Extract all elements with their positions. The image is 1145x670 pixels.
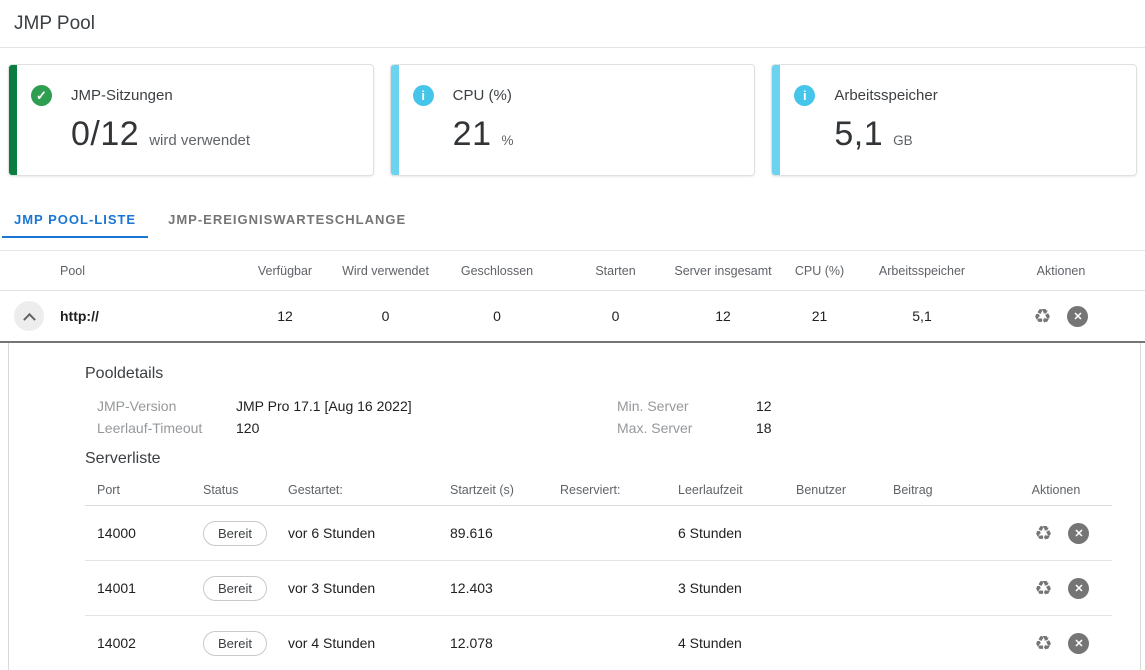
collapse-row-button[interactable]: [14, 301, 44, 331]
cell-starten: 0: [557, 308, 674, 324]
page-title: JMP Pool: [14, 13, 1131, 35]
detail-label-leerlauf-timeout: Leerlauf-Timeout: [85, 420, 236, 436]
stop-server-icon[interactable]: ✕: [1068, 578, 1089, 599]
cell-gestartet: vor 3 Stunden: [276, 580, 438, 596]
chevron-up-icon: [23, 312, 36, 325]
card-value: 0/12: [71, 115, 139, 154]
cell-leerlaufzeit: 6 Stunden: [666, 525, 784, 541]
cell-port: 14001: [85, 580, 191, 596]
pool-details-heading: Pooldetails: [85, 365, 1140, 383]
cell-leerlaufzeit: 4 Stunden: [666, 635, 784, 651]
col-startzeit: Startzeit (s): [438, 483, 548, 497]
card-value: 21: [453, 115, 492, 154]
cell-startzeit: 89.616: [438, 525, 548, 541]
cell-cpu: 21: [772, 308, 867, 324]
col-reserviert: Reserviert:: [548, 483, 666, 497]
tab-bar: JMP POOL-LISTE JMP-EREIGNISWARTESCHLANGE: [0, 203, 1145, 238]
cell-geschlossen: 0: [437, 308, 557, 324]
pool-table: Pool Verfügbar Wird verwendet Geschlosse…: [0, 250, 1145, 343]
col-verfuegbar: Verfügbar: [236, 264, 334, 278]
col-wird-verwendet: Wird verwendet: [334, 264, 437, 278]
detail-value-jmp-version: JMP Pro 17.1 [Aug 16 2022]: [236, 398, 605, 414]
cell-verfuegbar: 12: [236, 308, 334, 324]
server-row: 14001 Bereit vor 3 Stunden 12.403 3 Stun…: [85, 561, 1112, 616]
info-circle-icon: i: [413, 85, 434, 106]
card-cpu: i CPU (%) 21 %: [390, 64, 756, 176]
col-server-insgesamt: Server insgesamt: [674, 264, 772, 278]
pool-url: http://: [60, 308, 236, 324]
server-table-header: Port Status Gestartet: Startzeit (s) Res…: [85, 474, 1112, 506]
card-unit: %: [502, 133, 514, 148]
col-starten: Starten: [557, 264, 674, 278]
pool-row[interactable]: http:// 12 0 0 0 12 21 5,1 ♻ ✕: [0, 291, 1145, 343]
col-geschlossen: Geschlossen: [437, 264, 557, 278]
check-circle-icon: ✓: [31, 85, 52, 106]
col-leerlaufzeit: Leerlaufzeit: [666, 483, 784, 497]
stop-server-icon[interactable]: ✕: [1068, 633, 1089, 654]
status-badge: Bereit: [203, 576, 267, 601]
restart-pool-icon[interactable]: ♻: [1034, 306, 1052, 326]
card-jmp-sessions: ✓ JMP-Sitzungen 0/12 wird verwendet: [8, 64, 374, 176]
cell-startzeit: 12.403: [438, 580, 548, 596]
detail-label-jmp-version: JMP-Version: [85, 398, 236, 414]
col-beitrag: Beitrag: [881, 483, 1000, 497]
cell-arbeitsspeicher: 5,1: [867, 308, 977, 324]
cell-startzeit: 12.078: [438, 635, 548, 651]
col-gestartet: Gestartet:: [276, 483, 438, 497]
card-unit: GB: [893, 133, 913, 148]
detail-value-leerlauf-timeout: 120: [236, 420, 605, 436]
server-row: 14000 Bereit vor 6 Stunden 89.616 6 Stun…: [85, 506, 1112, 561]
tab-jmp-ereigniswarteschlange[interactable]: JMP-EREIGNISWARTESCHLANGE: [156, 203, 418, 238]
col-cpu: CPU (%): [772, 264, 867, 278]
card-memory: i Arbeitsspeicher 5,1 GB: [771, 64, 1137, 176]
server-list-heading: Serverliste: [85, 450, 1140, 468]
cell-gestartet: vor 6 Stunden: [276, 525, 438, 541]
page-header: JMP Pool: [0, 0, 1145, 48]
stop-server-icon[interactable]: ✕: [1068, 523, 1089, 544]
col-benutzer: Benutzer: [784, 483, 881, 497]
pool-table-header: Pool Verfügbar Wird verwendet Geschlosse…: [0, 251, 1145, 291]
cell-leerlaufzeit: 3 Stunden: [666, 580, 784, 596]
tab-jmp-pool-liste[interactable]: JMP POOL-LISTE: [2, 203, 148, 238]
info-circle-icon: i: [794, 85, 815, 106]
server-row: 14002 Bereit vor 4 Stunden 12.078 4 Stun…: [85, 616, 1112, 670]
col-port: Port: [85, 483, 191, 497]
card-title: Arbeitsspeicher: [834, 87, 937, 104]
status-badge: Bereit: [203, 521, 267, 546]
cell-server-insgesamt: 12: [674, 308, 772, 324]
col-status: Status: [191, 483, 276, 497]
cell-wird-verwendet: 0: [334, 308, 437, 324]
col-aktionen: Aktionen: [977, 264, 1145, 278]
stop-pool-icon[interactable]: ✕: [1067, 306, 1088, 327]
col-aktionen: Aktionen: [1000, 483, 1112, 497]
detail-label-min-server: Min. Server: [605, 398, 756, 414]
detail-value-max-server: 18: [756, 420, 1140, 436]
restart-server-icon[interactable]: ♻: [1035, 578, 1053, 598]
cell-port: 14000: [85, 525, 191, 541]
card-unit: wird verwendet: [149, 132, 250, 149]
pool-details-grid: JMP-Version JMP Pro 17.1 [Aug 16 2022] M…: [85, 398, 1140, 436]
restart-server-icon[interactable]: ♻: [1035, 523, 1053, 543]
summary-cards: ✓ JMP-Sitzungen 0/12 wird verwendet i CP…: [8, 64, 1137, 176]
card-title: JMP-Sitzungen: [71, 87, 173, 104]
col-arbeitsspeicher: Arbeitsspeicher: [867, 264, 977, 278]
status-badge: Bereit: [203, 631, 267, 656]
card-value: 5,1: [834, 115, 883, 154]
detail-value-min-server: 12: [756, 398, 1140, 414]
pool-details-panel: Pooldetails JMP-Version JMP Pro 17.1 [Au…: [8, 343, 1141, 670]
col-pool: Pool: [60, 264, 236, 278]
detail-label-max-server: Max. Server: [605, 420, 756, 436]
server-table: Port Status Gestartet: Startzeit (s) Res…: [85, 474, 1112, 670]
restart-server-icon[interactable]: ♻: [1035, 633, 1053, 653]
card-title: CPU (%): [453, 87, 512, 104]
cell-gestartet: vor 4 Stunden: [276, 635, 438, 651]
cell-port: 14002: [85, 635, 191, 651]
